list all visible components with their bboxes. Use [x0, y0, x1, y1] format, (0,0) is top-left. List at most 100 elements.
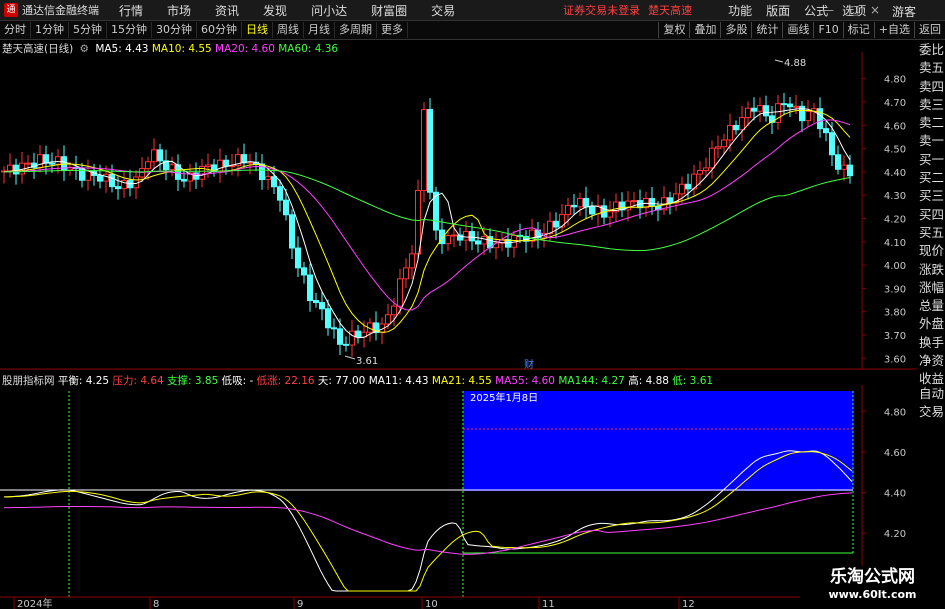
price-tick-4: 4.40	[884, 168, 906, 179]
stock-short-name: 楚天高速	[648, 4, 693, 17]
period-1min[interactable]: 1分钟	[31, 22, 69, 38]
menu-function[interactable]: 功能	[728, 2, 752, 19]
f10-button[interactable]: F10	[813, 22, 842, 38]
period-more[interactable]: 更多	[377, 22, 408, 38]
side-item-10[interactable]: 买五	[917, 224, 945, 242]
side-item2-1[interactable]: 交易	[917, 403, 945, 421]
menu-layout[interactable]: 版面	[766, 2, 790, 19]
menu-market[interactable]: 市场	[167, 2, 191, 19]
candle-body	[571, 204, 577, 208]
candle-body	[151, 149, 157, 163]
draw-line-button[interactable]: 画线	[782, 22, 813, 38]
candle-body	[715, 146, 721, 149]
close-icon[interactable]: ×	[870, 3, 880, 17]
period-monthly[interactable]: 月线	[304, 22, 335, 38]
multi-stock-button[interactable]: 多股	[720, 22, 751, 38]
candle-body	[313, 299, 319, 304]
candle-body	[451, 234, 457, 237]
period-15min[interactable]: 15分钟	[107, 22, 152, 38]
stats-button[interactable]: 统计	[751, 22, 782, 38]
side-item-4[interactable]: 卖二	[917, 114, 945, 132]
maximize-icon[interactable]: □	[848, 3, 859, 17]
menu-trade[interactable]: 交易	[431, 2, 455, 19]
candle-body	[577, 197, 583, 208]
period-daily[interactable]: 日线	[242, 22, 273, 38]
side-item-17[interactable]: 净资	[917, 352, 945, 370]
candlestick-chart[interactable]: 4.80 4.70 4.60 4.50 4.40 4.30 4.20 4.10 4.00 3.90…	[0, 52, 917, 370]
menu-wealth[interactable]: 财富圈	[371, 2, 407, 19]
side-item-15[interactable]: 外盘	[917, 315, 945, 333]
candle-body	[565, 204, 571, 215]
candle-body	[631, 200, 637, 203]
indicator-chart[interactable]: 2025年1月8日4.804.604.404.204.0014:5614:561…	[0, 385, 917, 598]
candle-body	[805, 111, 811, 122]
candle-body	[703, 167, 709, 172]
candle-body	[7, 164, 13, 172]
low-pointer	[344, 355, 356, 360]
candle-body	[757, 105, 763, 112]
candle-body	[343, 343, 349, 346]
candle-body	[223, 159, 229, 167]
side-item-6[interactable]: 买一	[917, 151, 945, 169]
candle-body	[697, 170, 703, 175]
side-item-16[interactable]: 换手	[917, 334, 945, 352]
side-item-2[interactable]: 卖四	[917, 78, 945, 96]
menu-quotes[interactable]: 行情	[119, 2, 143, 19]
menu-ask[interactable]: 问小达	[311, 2, 347, 19]
candle-body	[97, 175, 103, 182]
trade-login-warning[interactable]: 证券交易未登录	[563, 2, 640, 18]
candle-body	[349, 330, 355, 346]
candle-body	[409, 253, 415, 269]
period-30min[interactable]: 30分钟	[152, 22, 197, 38]
candle-body	[787, 103, 793, 108]
price-tick-9: 3.90	[884, 284, 906, 295]
side-item-3[interactable]: 卖三	[917, 96, 945, 114]
candle-body	[289, 214, 295, 249]
side-item-7[interactable]: 买二	[917, 169, 945, 187]
candle-body	[847, 164, 853, 177]
back-button[interactable]: 返回	[914, 22, 945, 38]
period-multi[interactable]: 多周期	[335, 22, 377, 38]
app-title: 通达信金融终端	[22, 4, 99, 17]
high-pointer	[774, 59, 784, 63]
overlay-button[interactable]: 叠加	[689, 22, 720, 38]
side-item-5[interactable]: 卖一	[917, 132, 945, 150]
candle-body	[679, 183, 685, 195]
restore-rights-button[interactable]: 复权	[658, 22, 689, 38]
add-watchlist-button[interactable]: +自选	[873, 22, 914, 38]
x-axis: 2024年 8 9 10 11 12	[13, 597, 695, 609]
high-price-label: 4.88	[784, 58, 806, 69]
menu-news[interactable]: 资讯	[215, 2, 239, 19]
side-item-14[interactable]: 总量	[917, 297, 945, 315]
candle-body	[469, 231, 475, 242]
candle-body	[295, 247, 301, 269]
period-intraday[interactable]: 分时	[0, 22, 31, 38]
candle-body	[781, 103, 787, 106]
candle-body	[205, 164, 211, 168]
date-label: 2025年1月8日	[470, 391, 538, 404]
candle-body	[751, 107, 757, 112]
minimize-icon[interactable]: —	[822, 3, 834, 17]
menu-discover[interactable]: 发现	[263, 2, 287, 19]
side-item-12[interactable]: 涨跌	[917, 261, 945, 279]
candle-body	[733, 124, 739, 131]
mark-button[interactable]: 标记	[842, 22, 874, 38]
side-item-9[interactable]: 买四	[917, 206, 945, 224]
period-5min[interactable]: 5分钟	[69, 22, 107, 38]
side-item-0[interactable]: 委比	[917, 41, 945, 59]
side-item-11[interactable]: 现价	[917, 242, 945, 260]
period-weekly[interactable]: 周线	[273, 22, 304, 38]
candle-body	[265, 176, 271, 181]
user-label[interactable]: 游客	[892, 3, 916, 20]
side-item2-0[interactable]: 自动	[917, 385, 945, 403]
side-item-13[interactable]: 涨幅	[917, 279, 945, 297]
finance-marker: 财	[524, 358, 534, 370]
price-tick-10: 3.80	[884, 308, 906, 319]
side-item-8[interactable]: 买三	[917, 187, 945, 205]
x-tick-1: 8	[153, 599, 159, 609]
sub-tick-3: 4.20	[884, 529, 906, 540]
candle-body	[475, 240, 481, 245]
candle-body	[283, 199, 289, 216]
period-60min[interactable]: 60分钟	[197, 22, 242, 38]
side-item-1[interactable]: 卖五	[917, 59, 945, 77]
